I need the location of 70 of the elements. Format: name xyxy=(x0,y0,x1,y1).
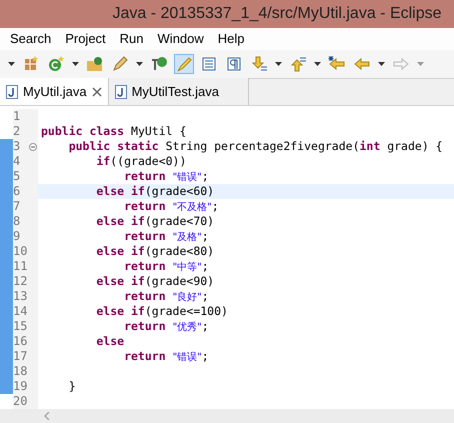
code-editor[interactable] xyxy=(0,106,454,409)
close-icon[interactable] xyxy=(92,86,102,96)
code-line: public class MyUtil { xyxy=(41,124,186,139)
type-hierarchy-icon[interactable] xyxy=(150,55,168,73)
code-line: return "优秀"; xyxy=(123,318,209,334)
editor-tab[interactable]: MyUtilTest.java xyxy=(108,78,249,105)
line-number: 9 xyxy=(13,229,20,244)
line-number: 10 xyxy=(13,244,28,259)
code-line: return "错误"; xyxy=(123,348,209,364)
code-line: return "中等"; xyxy=(123,258,209,274)
code-line: return "不及格"; xyxy=(123,198,219,214)
code-line: if((grade<0)) xyxy=(95,154,186,169)
line-number: 13 xyxy=(13,289,28,304)
collapse-icon[interactable] xyxy=(29,142,37,150)
line-number: 16 xyxy=(13,334,28,349)
line-number: 4 xyxy=(13,154,20,169)
menu-item[interactable]: Search xyxy=(10,29,52,49)
code-line: else if(grade<=100) xyxy=(95,304,228,319)
next-annotation-icon[interactable] xyxy=(250,55,268,73)
menu-item[interactable]: Project xyxy=(65,29,106,49)
code-line: return "错误"; xyxy=(123,168,209,184)
code-line: else if(grade<60) xyxy=(95,184,214,199)
code-line: public static String percentage2fivegrade(int grade) { xyxy=(68,139,443,154)
line-number: 2 xyxy=(13,124,20,139)
line-number: 5 xyxy=(13,169,20,184)
last-edit-icon[interactable] xyxy=(328,55,346,73)
class-grid-icon[interactable] xyxy=(22,55,40,73)
pencil-icon[interactable] xyxy=(111,55,129,73)
previous-annotation-icon[interactable] xyxy=(289,55,307,73)
dropdown-caret-icon[interactable] xyxy=(275,62,282,66)
pilcrow-icon[interactable] xyxy=(225,55,243,73)
block-selection-icon[interactable] xyxy=(200,55,218,73)
line-number: 19 xyxy=(13,379,28,394)
code-line: else if(grade<90) xyxy=(95,274,214,289)
editor-tab[interactable]: MyUtil.java xyxy=(0,78,109,105)
open-folder-icon[interactable] xyxy=(86,55,104,73)
dropdown-caret-icon[interactable] xyxy=(72,62,79,66)
dropdown-caret-icon[interactable] xyxy=(314,62,321,66)
line-number: 8 xyxy=(13,214,20,229)
line-number: 3 xyxy=(13,139,20,154)
code-line: else if(grade<70) xyxy=(95,214,214,229)
line-number: 7 xyxy=(13,199,20,214)
new-class-icon[interactable] xyxy=(47,55,65,73)
line-number: 12 xyxy=(13,274,28,289)
dropdown-caret-icon[interactable] xyxy=(378,62,385,66)
line-number: 15 xyxy=(13,319,28,334)
dropdown-caret-icon[interactable] xyxy=(8,62,15,66)
code-line: return "良好"; xyxy=(123,288,209,304)
menu-item[interactable]: Run xyxy=(120,29,144,49)
code-line: return "及格"; xyxy=(123,228,209,244)
line-number: 1 xyxy=(13,109,20,124)
menu-item[interactable]: Window xyxy=(158,29,204,49)
horizontal-scrollbar[interactable] xyxy=(0,409,454,423)
code-line: else xyxy=(95,334,124,349)
java-file-icon xyxy=(114,84,127,98)
java-file-icon xyxy=(6,84,18,98)
line-number: 20 xyxy=(13,394,28,409)
back-arrow-icon[interactable] xyxy=(353,55,371,73)
code-line: else if(grade<80) xyxy=(95,244,214,259)
menu-item[interactable]: Help xyxy=(218,29,245,49)
line-number: 6 xyxy=(13,184,20,199)
line-number: 14 xyxy=(13,304,28,319)
line-number: 18 xyxy=(13,364,28,379)
highlighter-icon[interactable] xyxy=(175,55,193,73)
code-line: } xyxy=(68,379,76,394)
window-title: Java - 20135337_1_4/src/MyUtil.java - Eclipse xyxy=(112,4,442,24)
line-number: 17 xyxy=(13,349,28,364)
dropdown-caret-icon xyxy=(417,62,424,66)
dropdown-caret-icon[interactable] xyxy=(136,62,143,66)
line-number: 11 xyxy=(13,259,28,274)
